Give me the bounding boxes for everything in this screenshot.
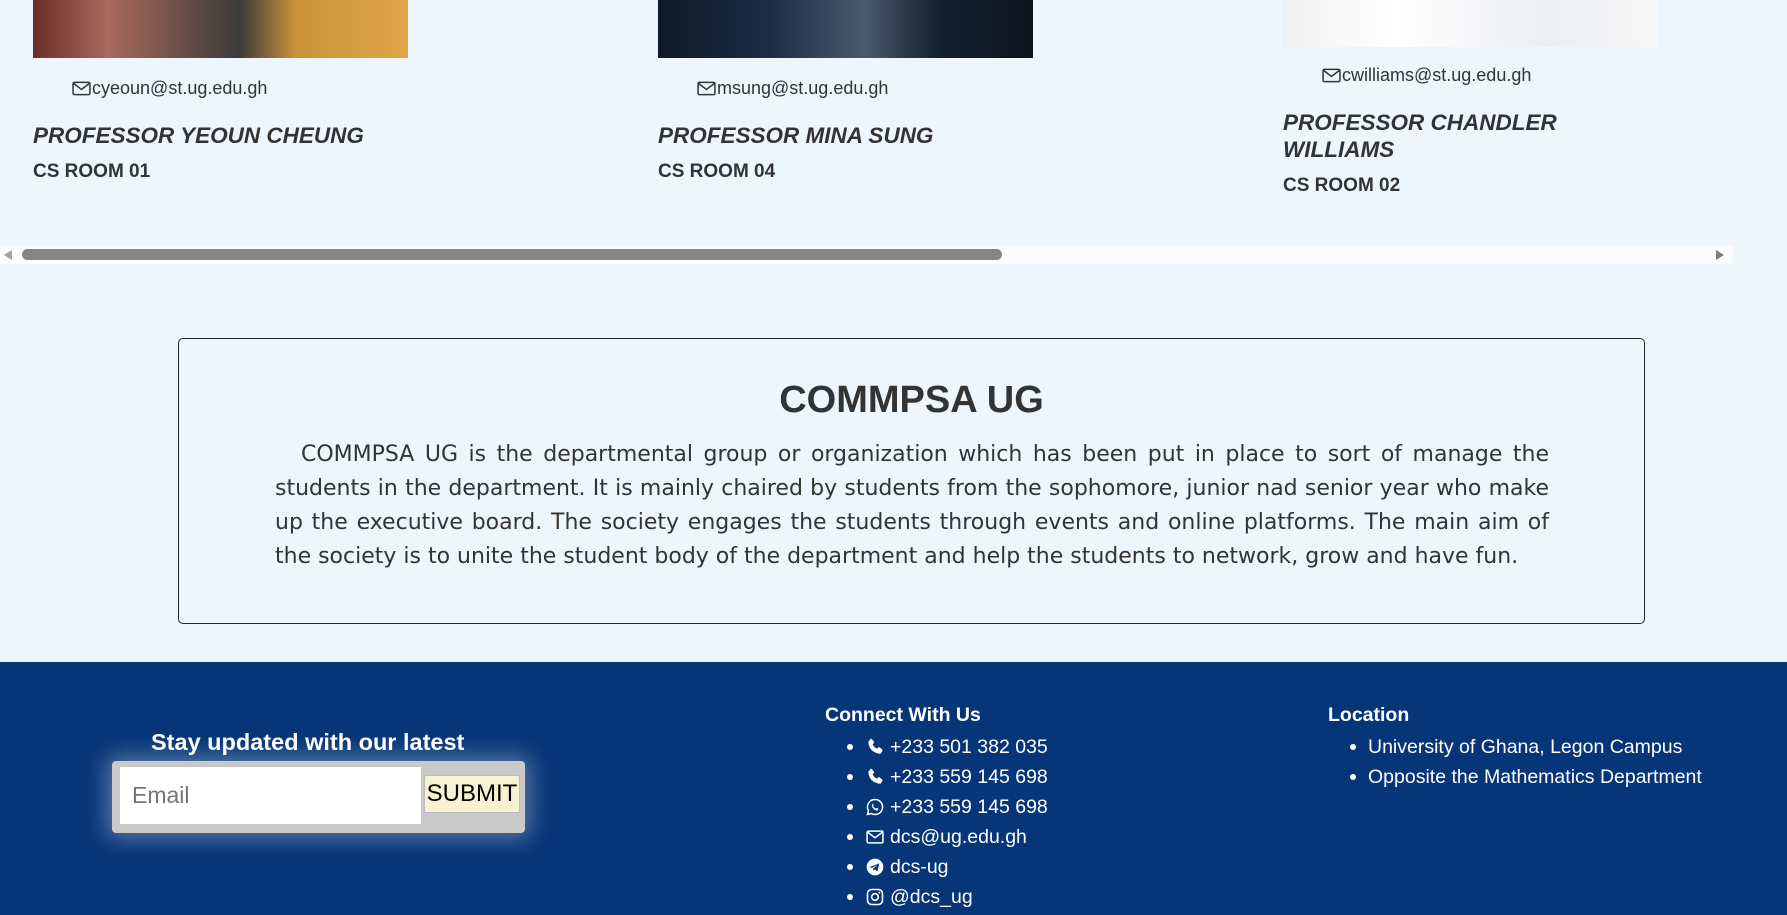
professor-room: CS ROOM 02 (1283, 175, 1401, 196)
telegram-icon (866, 858, 884, 876)
commpsa-title: COMMPSA UG (779, 379, 1044, 421)
contact-text: +233 559 145 698 (890, 766, 1048, 788)
professor-photo (1283, 0, 1658, 47)
location-item: Opposite the Mathematics Department (1328, 762, 1702, 792)
site-footer: Stay updated with our latest SUBMIT Conn… (0, 662, 1787, 915)
scroll-left-arrow-icon[interactable] (4, 250, 12, 260)
contact-text: dcs-ug (890, 856, 949, 878)
professor-email[interactable]: cyeoun@st.ug.edu.gh (72, 78, 267, 99)
contact-text: @dcs_ug (890, 886, 973, 908)
submit-button[interactable]: SUBMIT (424, 775, 520, 813)
professor-name: PROFESSOR CHANDLER WILLIAMS (1283, 110, 1557, 162)
scrollbar-thumb[interactable] (22, 249, 1002, 260)
contact-text: dcs@ug.edu.gh (890, 826, 1027, 848)
subscribe-title: Stay updated with our latest (151, 729, 465, 755)
envelope-icon (72, 81, 91, 96)
phone-icon (868, 738, 883, 754)
professor-name: PROFESSOR YEOUN CHEUNG (33, 123, 364, 148)
professor-email-text: cyeoun@st.ug.edu.gh (92, 78, 268, 98)
contact-instagram[interactable]: @dcs_ug (825, 882, 1048, 912)
professors-carousel[interactable]: cyeoun@st.ug.edu.gh PROFESSOR YEOUN CHEU… (0, 0, 1733, 265)
connect-heading: Connect With Us (825, 704, 981, 726)
envelope-icon (697, 81, 716, 96)
location-list: University of Ghana, Legon Campus Opposi… (1328, 732, 1702, 792)
commpsa-description: COMMPSA UG is the departmental group or … (275, 442, 1549, 569)
subscribe-form: SUBMIT (112, 761, 525, 833)
professor-room: CS ROOM 04 (658, 161, 776, 182)
commpsa-section: COMMPSA UG COMMPSA UG is the departmenta… (178, 338, 1645, 624)
envelope-icon (1322, 68, 1341, 83)
email-input[interactable] (120, 767, 421, 824)
horizontal-scrollbar[interactable] (0, 245, 1733, 264)
phone-icon (868, 768, 883, 784)
scroll-right-arrow-icon[interactable] (1716, 250, 1724, 260)
location-heading: Location (1328, 704, 1410, 726)
connect-list: +233 501 382 035 +233 559 145 698 +233 5… (825, 732, 1048, 912)
professor-email[interactable]: msung@st.ug.edu.gh (697, 78, 888, 99)
contact-text: +233 559 145 698 (890, 796, 1048, 818)
location-item: University of Ghana, Legon Campus (1328, 732, 1702, 762)
envelope-icon (866, 830, 884, 844)
professor-email-text: msung@st.ug.edu.gh (717, 78, 889, 98)
professor-room: CS ROOM 01 (33, 161, 151, 182)
contact-text: +233 501 382 035 (890, 736, 1048, 758)
contact-phone-1[interactable]: +233 501 382 035 (825, 732, 1048, 762)
whatsapp-icon (866, 798, 884, 816)
professor-email[interactable]: cwilliams@st.ug.edu.gh (1322, 65, 1531, 86)
instagram-icon (866, 888, 884, 906)
connect-section: Connect With Us +233 501 382 035 +233 55… (825, 704, 1048, 912)
professor-photo (33, 0, 408, 58)
contact-email[interactable]: dcs@ug.edu.gh (825, 822, 1048, 852)
contact-phone-2[interactable]: +233 559 145 698 (825, 762, 1048, 792)
professor-photo (658, 0, 1033, 58)
contact-whatsapp[interactable]: +233 559 145 698 (825, 792, 1048, 822)
contact-telegram[interactable]: dcs-ug (825, 852, 1048, 882)
professor-email-text: cwilliams@st.ug.edu.gh (1342, 65, 1532, 85)
location-section: Location University of Ghana, Legon Camp… (1328, 704, 1702, 792)
professor-name: PROFESSOR MINA SUNG (658, 123, 934, 148)
